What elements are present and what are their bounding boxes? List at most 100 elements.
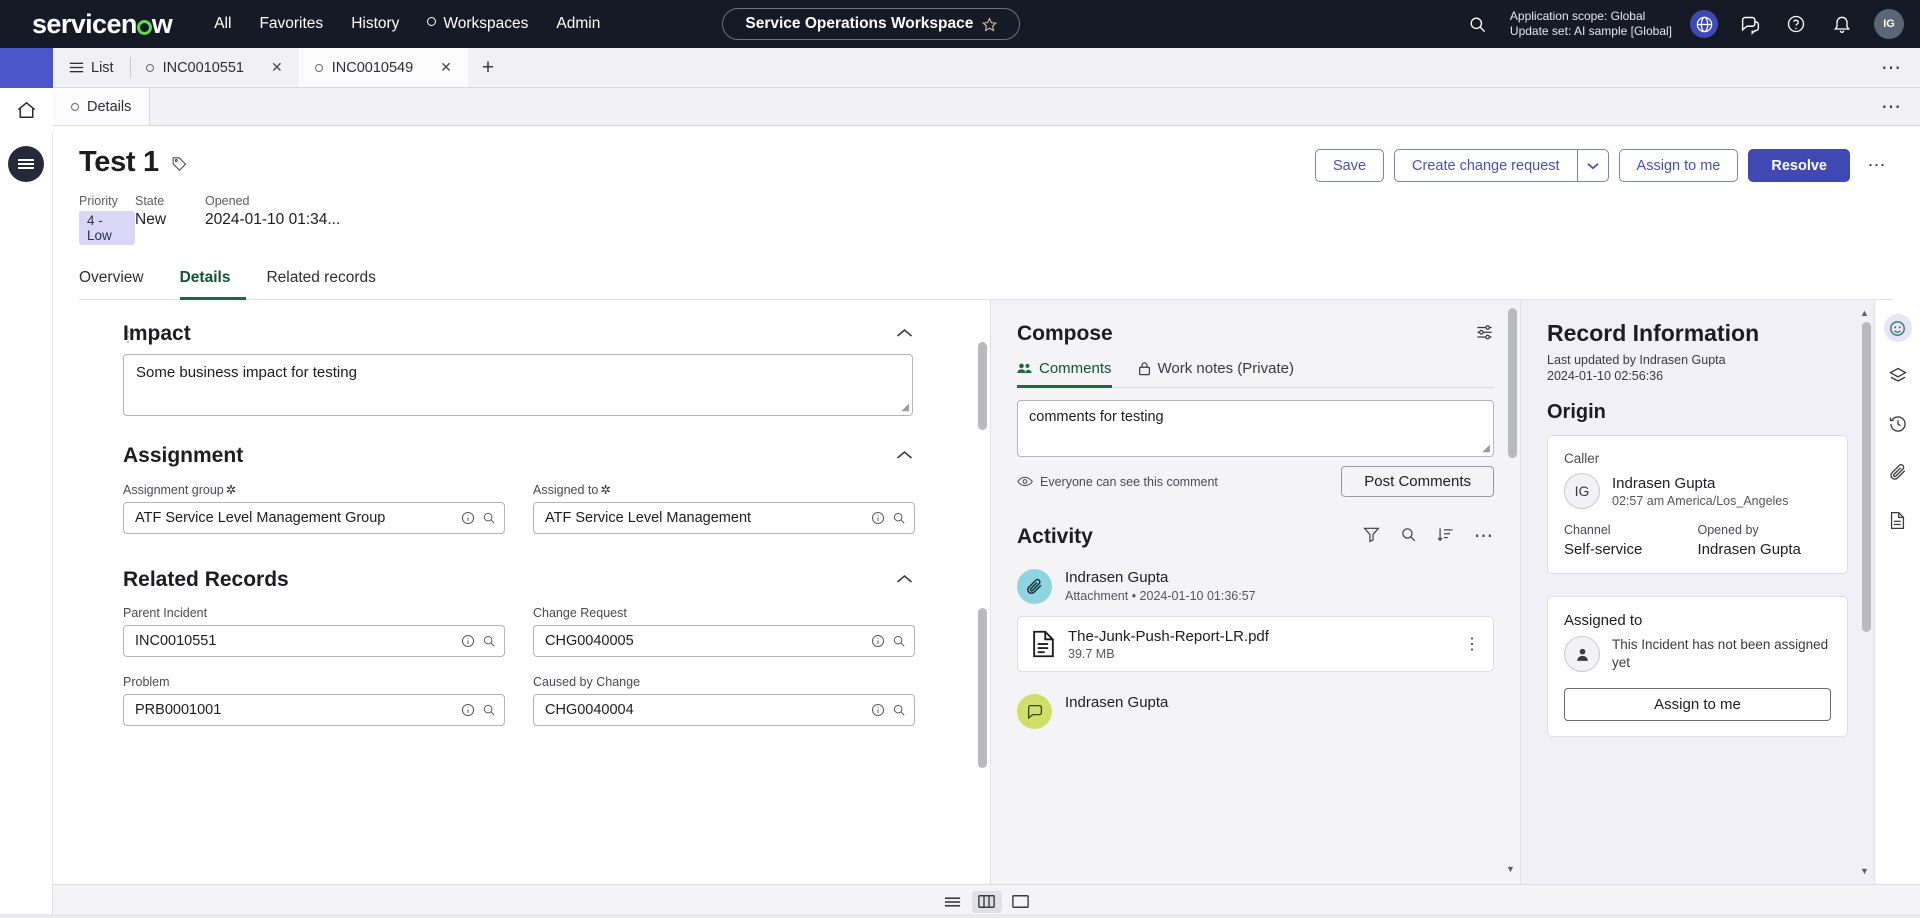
search-icon[interactable] xyxy=(1464,10,1492,38)
workspace-selector[interactable]: Service Operations Workspace xyxy=(722,8,1021,40)
search-icon[interactable] xyxy=(482,511,496,525)
info-icon[interactable] xyxy=(871,634,885,648)
tab-related-records[interactable]: Related records xyxy=(266,261,391,300)
search-icon[interactable] xyxy=(482,634,496,648)
close-icon[interactable]: ✕ xyxy=(440,59,452,76)
info-icon[interactable] xyxy=(461,634,475,648)
more-actions-icon[interactable]: ⋯ xyxy=(1860,149,1894,182)
layers-icon[interactable] xyxy=(1884,362,1912,390)
os-taskbar xyxy=(0,914,1920,918)
info-icon[interactable] xyxy=(461,703,475,717)
meta-label: Opened xyxy=(205,194,250,208)
tabstrip-overflow-icon[interactable]: ⋯ xyxy=(1863,48,1920,87)
assign-to-me-button[interactable]: Assign to me xyxy=(1564,688,1831,721)
agent-assist-icon[interactable] xyxy=(1883,314,1912,342)
assignment-group-input[interactable]: ATF Service Level Management Group xyxy=(123,502,505,534)
notes-icon[interactable] xyxy=(1884,506,1912,534)
home-icon[interactable] xyxy=(0,88,53,132)
resize-handle[interactable]: ◢ xyxy=(901,402,909,413)
more-icon[interactable]: ⋯ xyxy=(1474,527,1494,546)
servicenow-workspace: service n w All Favorites History Workspac… xyxy=(0,0,1920,918)
form-scrollbar[interactable] xyxy=(978,308,987,876)
caller-label: Caller xyxy=(1564,451,1600,466)
nav-all[interactable]: All xyxy=(200,9,245,39)
field-label: Assigned to xyxy=(533,483,599,497)
info-icon[interactable] xyxy=(871,511,885,525)
parent-incident-input[interactable]: INC0010551 xyxy=(123,625,505,657)
search-icon[interactable] xyxy=(1400,526,1417,548)
activity-scrollbar[interactable]: ▼ xyxy=(1505,308,1517,876)
info-icon[interactable] xyxy=(871,703,885,717)
section-header: Assignment xyxy=(123,444,913,468)
scroll-down-arrow-icon[interactable]: ▼ xyxy=(1505,864,1516,874)
help-icon[interactable] xyxy=(1782,10,1810,38)
tag-icon[interactable] xyxy=(171,155,188,177)
menu-toggle-icon[interactable] xyxy=(8,146,44,182)
search-icon[interactable] xyxy=(892,703,906,717)
chevron-up-icon[interactable] xyxy=(896,325,913,343)
save-button[interactable]: Save xyxy=(1314,149,1385,182)
tab-work-notes[interactable]: Work notes (Private) xyxy=(1138,360,1294,388)
tab-details[interactable]: Details xyxy=(179,261,247,300)
record-info-scrollbar[interactable]: ▲ ▼ xyxy=(1859,308,1871,876)
history-icon[interactable] xyxy=(1884,410,1912,438)
impact-textarea[interactable]: Some business impact for testing ◢ xyxy=(123,354,913,416)
resolve-button[interactable]: Resolve xyxy=(1748,149,1850,182)
sort-descending-icon[interactable] xyxy=(1437,526,1454,548)
info-icon[interactable] xyxy=(461,511,475,525)
chevron-up-icon[interactable] xyxy=(896,571,913,589)
scroll-down-arrow-icon[interactable]: ▼ xyxy=(1859,866,1870,876)
chat-icon[interactable] xyxy=(1736,10,1764,38)
search-icon[interactable] xyxy=(482,703,496,717)
attachment-card[interactable]: The-Junk-Push-Report-LR.pdf 39.7 MB ⋮ xyxy=(1017,616,1494,672)
layout-single-icon[interactable] xyxy=(1006,891,1036,913)
star-icon[interactable] xyxy=(982,16,998,32)
record-meta-row: Priority 4 - Low State New Opened 2024-0… xyxy=(79,194,1894,245)
subtab-overflow-icon[interactable]: ⋯ xyxy=(1863,88,1920,125)
search-icon[interactable] xyxy=(892,511,906,525)
filter-icon[interactable] xyxy=(1363,526,1380,548)
drag-handle-icon[interactable]: ⋮ xyxy=(121,329,135,343)
nav-workspaces[interactable]: Workspaces xyxy=(413,9,542,39)
subtab-details[interactable]: Details xyxy=(53,88,151,125)
scroll-up-arrow-icon[interactable]: ▲ xyxy=(1859,308,1870,318)
assigned-to-input[interactable]: ATF Service Level Management xyxy=(533,502,915,534)
servicenow-logo[interactable]: service n w xyxy=(32,9,173,40)
search-icon[interactable] xyxy=(892,634,906,648)
chevron-up-icon[interactable] xyxy=(896,447,913,465)
tab-inc0010549[interactable]: INC0010549 ✕ xyxy=(298,48,468,87)
sliders-icon[interactable] xyxy=(1475,322,1494,346)
tab-inc0010551[interactable]: INC0010551 ✕ xyxy=(129,48,299,87)
post-comments-button[interactable]: Post Comments xyxy=(1341,466,1494,497)
nav-history[interactable]: History xyxy=(337,9,413,39)
layout-split-icon[interactable] xyxy=(971,890,1002,913)
kebab-icon[interactable]: ⋮ xyxy=(1464,636,1480,652)
layout-list-icon[interactable] xyxy=(938,891,968,913)
scrollbar-thumb[interactable] xyxy=(978,342,987,430)
close-icon[interactable]: ✕ xyxy=(271,59,283,76)
caused-by-change-input[interactable]: CHG0040004 xyxy=(533,694,915,726)
nav-favorites[interactable]: Favorites xyxy=(245,9,337,39)
paperclip-icon[interactable] xyxy=(1884,458,1912,486)
assign-to-me-button[interactable]: Assign to me xyxy=(1618,149,1739,182)
problem-input[interactable]: PRB0001001 xyxy=(123,694,505,726)
compose-header: Compose xyxy=(1017,322,1494,346)
user-avatar[interactable]: IG xyxy=(1874,9,1904,39)
resize-handle[interactable]: ◢ xyxy=(1482,443,1490,454)
nav-admin[interactable]: Admin xyxy=(542,9,614,39)
change-request-input[interactable]: CHG0040005 xyxy=(533,625,915,657)
bell-icon[interactable] xyxy=(1828,10,1856,38)
create-change-request-button[interactable]: Create change request xyxy=(1394,149,1577,182)
comment-textarea[interactable]: comments for testing ◢ xyxy=(1017,400,1494,457)
tab-list[interactable]: List xyxy=(53,48,130,87)
tab-overview[interactable]: Overview xyxy=(79,261,160,300)
scrollbar-thumb[interactable] xyxy=(1862,322,1871,632)
chevron-down-icon[interactable] xyxy=(1576,149,1609,182)
globe-icon[interactable] xyxy=(1690,10,1718,38)
new-tab-button[interactable]: + xyxy=(468,48,508,87)
meta-label: State xyxy=(135,194,165,208)
scrollbar-thumb-2[interactable] xyxy=(978,608,987,768)
caller-row[interactable]: IG Indrasen Gupta 02:57 am America/Los_A… xyxy=(1564,473,1831,509)
scrollbar-thumb[interactable] xyxy=(1508,308,1517,458)
tab-comments[interactable]: Comments xyxy=(1017,360,1112,388)
